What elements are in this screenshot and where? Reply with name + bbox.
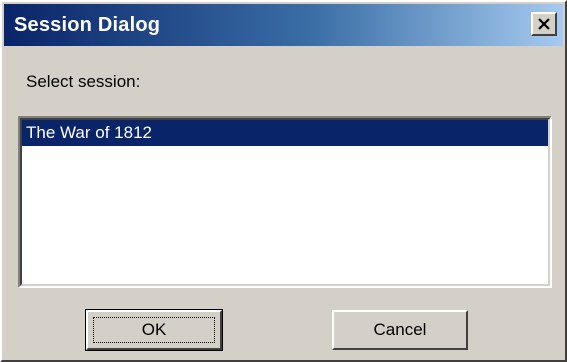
cancel-button-label: Cancel — [373, 320, 427, 339]
session-list: The War of 1812 — [20, 118, 550, 286]
close-button[interactable] — [531, 12, 557, 36]
ok-button-label: OK — [141, 320, 167, 339]
close-icon — [538, 18, 550, 30]
session-list-item[interactable]: The War of 1812 — [22, 120, 548, 146]
window-title: Session Dialog — [14, 14, 161, 36]
session-listbox[interactable]: The War of 1812 — [18, 116, 552, 288]
ok-button[interactable]: OK — [85, 309, 223, 351]
title-bar[interactable]: Session Dialog — [4, 4, 563, 46]
cancel-button[interactable]: Cancel — [332, 310, 468, 350]
session-dialog-window: Session Dialog Select session: The War o… — [0, 0, 567, 362]
select-session-label: Select session: — [26, 72, 141, 91]
